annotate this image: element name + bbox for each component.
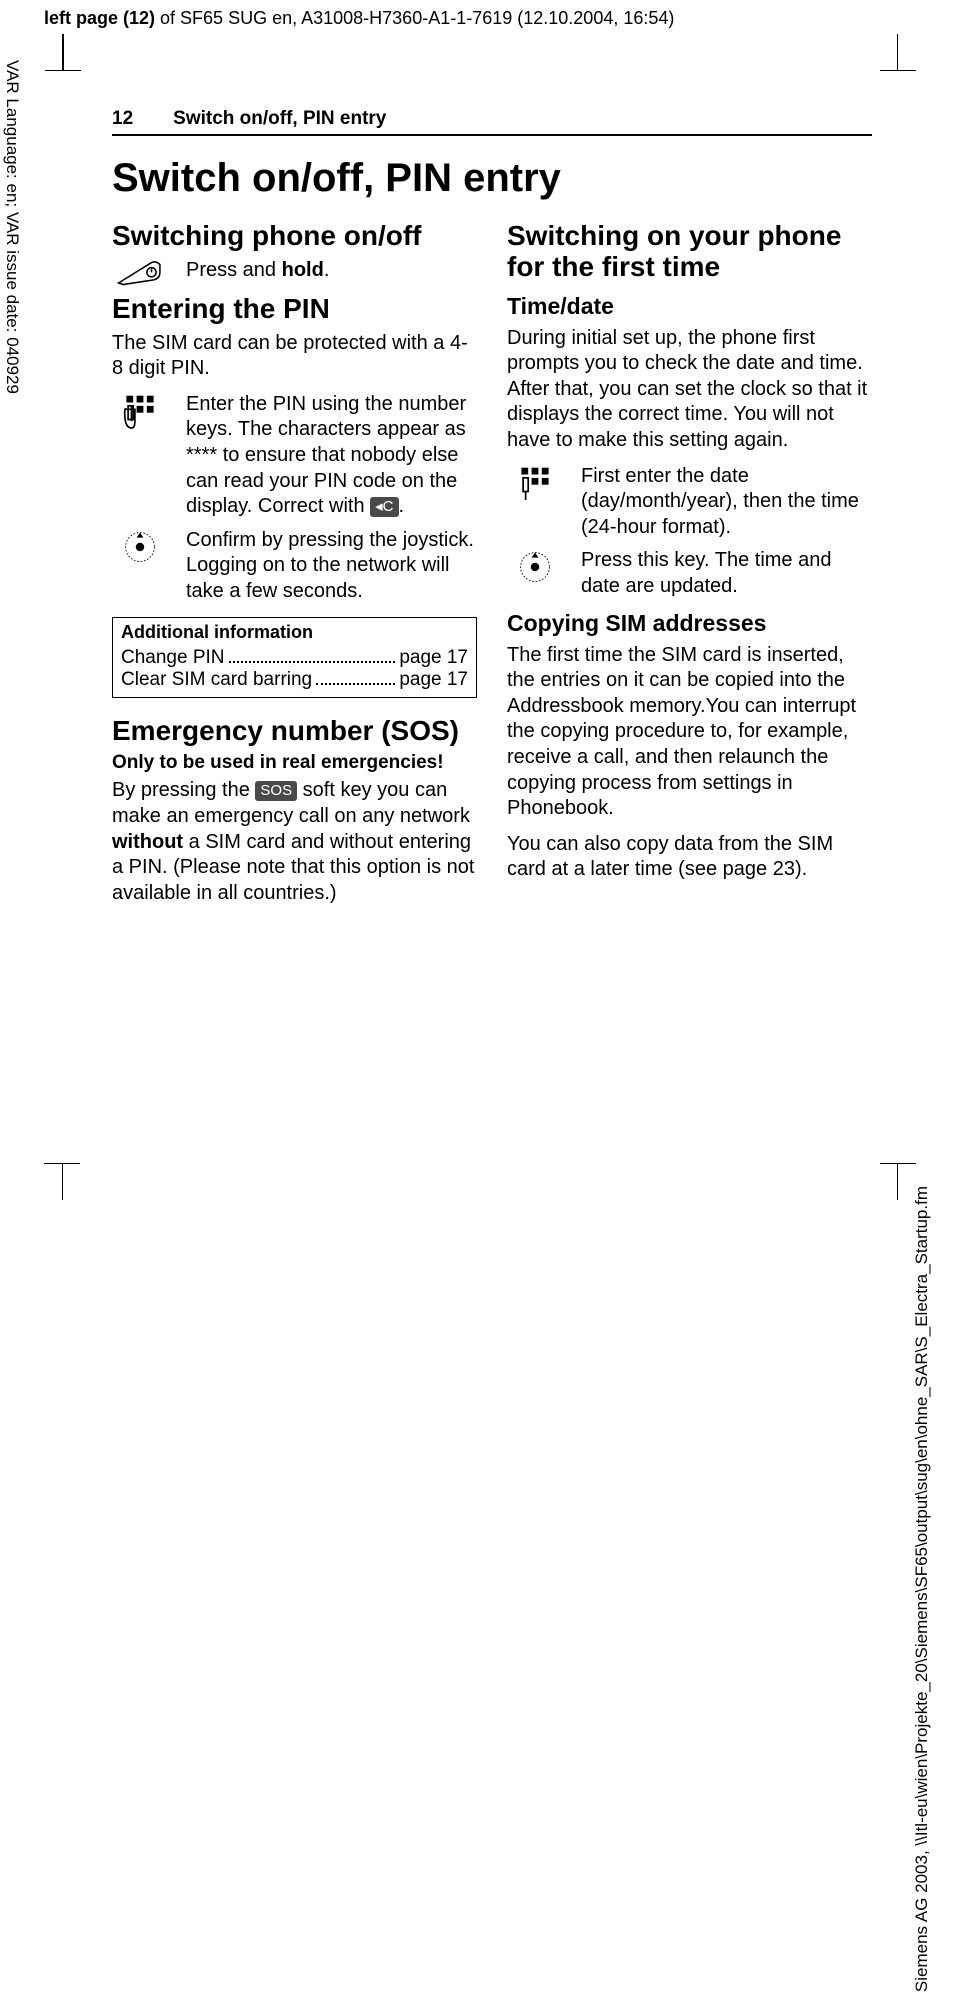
crop-mark-br [862,1164,898,1200]
running-head: 12 Switch on/off, PIN entry [112,108,872,136]
text: Press and [186,259,282,281]
heading-time-date: Time/date [507,293,872,320]
step-confirm-date-time: Press this key. The time and date are up… [507,548,872,599]
info-label: Change PIN [121,647,225,669]
info-label: Clear SIM card barring [121,669,312,691]
keypad-icon [507,464,563,503]
text: . [399,495,405,517]
heading-copy-sim: Copying SIM addresses [507,610,872,637]
joystick-center-icon [507,548,563,584]
heading-entering-pin: Entering the PIN [112,294,477,325]
copy-sim-body2: You can also copy data from the SIM card… [507,832,872,883]
step-enter-date-time: First enter the date (day/month/year), t… [507,464,872,541]
right-margin-note: Siemens AG 2003, \\Itl-eu\wien\Projekte_… [912,1186,932,1992]
keycap-label: C [383,498,394,515]
page-content: 12 Switch on/off, PIN entry Switch on/of… [112,108,872,916]
text: . [324,259,330,281]
step-confirm-date-text: Press this key. The time and date are up… [581,548,872,599]
leader-dots [316,683,395,685]
text: to en­sure that nobody else can read you… [186,444,458,517]
step-enter-date-text: First enter the date (day/month/year), t… [581,464,872,541]
additional-info-box: Additional information Change PIN page 1… [112,617,477,698]
text-bold: without [112,831,183,853]
step-enter-pin: Enter the PIN using the number keys. The… [112,392,477,520]
pin-mask: **** [186,444,217,466]
text-bold: hold [282,259,324,281]
heading-first-time: Switching on your phone for the first ti… [507,221,872,283]
crop-mark-bl [62,1164,98,1200]
step-enter-pin-text: Enter the PIN using the number keys. The… [186,392,477,520]
doc-build-header: left page (12) of SF65 SUG en, A31008-H7… [0,0,954,29]
sos-softkey-icon: SOS [255,781,297,801]
joystick-center-icon [112,528,168,564]
pin-intro: The SIM card can be protected with a 4-8… [112,331,477,382]
info-row: Change PIN page 17 [121,647,468,669]
text: By pressing the [112,779,255,801]
page-number: 12 [112,108,133,130]
time-date-body: During initial set up, the phone first p… [507,326,872,454]
step-press-hold-text: Press and hold. [186,258,477,284]
keypad-icon [112,392,168,431]
step-press-hold: Press and hold. [112,258,477,286]
page-title: Switch on/off, PIN entry [112,156,872,201]
doc-build-header-bold: left page (12) [44,8,155,28]
step-confirm-text: Confirm by pressing the joystick. Loggin… [186,528,477,605]
running-head-title: Switch on/off, PIN entry [173,108,386,130]
info-row: Clear SIM card barring page 17 [121,669,468,691]
text: Enter the PIN using the number keys. The… [186,393,466,441]
crop-mark-tr [862,34,898,70]
crop-mark-tl [62,34,99,70]
copy-sim-body1: The first time the SIM card is insert­ed… [507,643,872,822]
heading-switch-on-off: Switching phone on/off [112,221,477,252]
heading-sos: Emergency number (SOS) [112,716,477,747]
leader-dots [229,661,396,663]
end-key-icon [112,258,168,286]
left-column: Switching phone on/off Press and hold. E… [112,219,477,916]
doc-build-header-rest: of SF65 SUG en, A31008-H7360-A1-1-7619 (… [155,8,674,28]
two-column-layout: Switching phone on/off Press and hold. E… [112,219,872,916]
step-confirm-joystick: Confirm by pressing the joystick. Loggin… [112,528,477,605]
info-box-title: Additional information [121,622,468,643]
left-margin-note: VAR Language: en; VAR issue date: 040929 [2,60,22,394]
sos-body: By pressing the SOS soft key you can mak… [112,778,477,906]
info-page: page 17 [399,669,468,691]
clear-key-icon: ◂C [370,497,398,517]
info-page: page 17 [399,647,468,669]
right-column: Switching on your phone for the first ti… [507,219,872,916]
sos-warning: Only to be used in real emergencies! [112,752,477,774]
